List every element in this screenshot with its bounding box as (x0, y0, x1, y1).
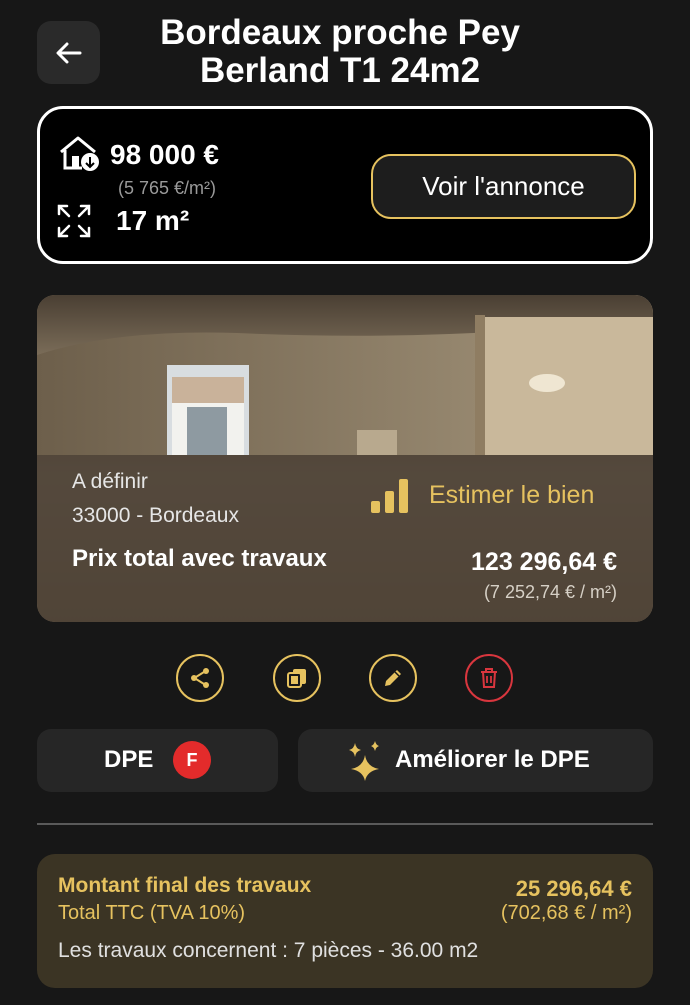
divider (37, 823, 653, 825)
price: 98 000 € (110, 139, 219, 170)
delete-button[interactable] (465, 654, 513, 702)
surface: 17 m² (116, 205, 190, 236)
works-per-m2: (702,68 € / m²) (500, 902, 632, 924)
property-photo (37, 295, 653, 455)
share-icon (191, 668, 209, 688)
improve-dpe-label: Améliorer le DPE (395, 746, 590, 773)
improve-dpe-button[interactable]: Améliorer le DPE (298, 729, 653, 792)
summary-card: 98 000 € (5 765 €/m²) 17 m² Voir l'annon… (37, 106, 653, 264)
sparkle-icon (349, 741, 379, 781)
works-total: 25 296,64 € (515, 876, 632, 901)
house-price-icon (60, 136, 99, 171)
location-name: A définir (72, 470, 148, 493)
copy-icon (287, 669, 306, 688)
pencil-icon (385, 670, 401, 686)
dpe-grade-badge: F (173, 741, 211, 779)
works-summary-card[interactable]: Montant final des travaux Total TTC (TVA… (37, 854, 653, 988)
dpe-button[interactable]: DPE F (37, 729, 278, 792)
works-description: Les travaux concernent : 7 pièces - 36.0… (58, 939, 479, 962)
share-button[interactable] (176, 654, 224, 702)
total-price-per-m2: (7 252,74 € / m²) (483, 582, 617, 602)
arrow-left-icon (56, 42, 81, 63)
property-info: A définir 33000 - Bordeaux Estimer le bi… (37, 455, 653, 622)
page-title: Bordeaux proche Pey Berland T1 24m2 (160, 13, 520, 90)
property-card[interactable]: A définir 33000 - Bordeaux Estimer le bi… (37, 295, 653, 622)
price-per-m2: (5 765 €/m²) (118, 178, 217, 198)
bar-chart-icon (371, 479, 408, 513)
expand-icon (57, 204, 91, 238)
works-title: Montant final des travaux (58, 874, 312, 897)
estimate-label: Estimer le bien (429, 480, 595, 509)
edit-button[interactable] (369, 654, 417, 702)
total-price-label: Prix total avec travaux (72, 545, 327, 572)
back-button[interactable] (37, 21, 100, 84)
view-listing-button[interactable]: Voir l'annonce (371, 154, 636, 219)
page: Bordeaux proche Pey Berland T1 24m2 98 0… (0, 0, 690, 1005)
dpe-label: DPE (104, 746, 154, 773)
duplicate-button[interactable] (273, 654, 321, 702)
estimate-button[interactable]: Estimer le bien (370, 475, 594, 515)
works-subtitle: Total TTC (TVA 10%) (58, 902, 246, 924)
total-price-value: 123 296,64 € (471, 548, 617, 576)
location-city: 33000 - Bordeaux (72, 504, 239, 527)
trash-icon (481, 668, 497, 688)
